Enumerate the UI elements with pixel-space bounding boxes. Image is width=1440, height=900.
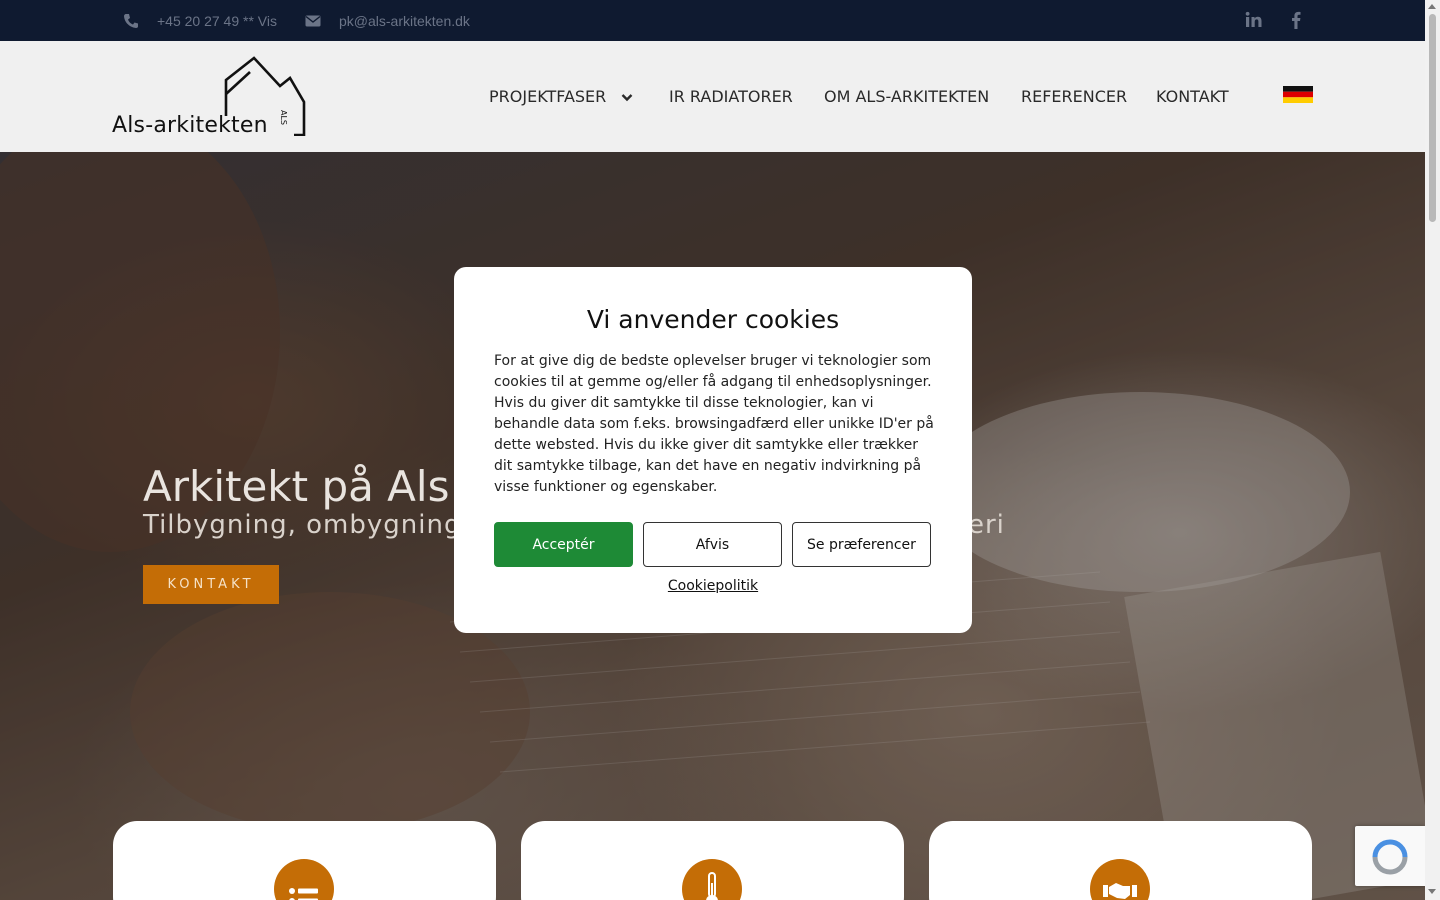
recaptcha-badge[interactable]: [1355, 826, 1425, 886]
cookie-dialog: Vi anvender cookies For at give dig de b…: [454, 267, 972, 633]
deny-button[interactable]: Afvis: [643, 522, 782, 567]
scrollbar-thumb[interactable]: [1429, 14, 1436, 222]
scroll-up-arrow[interactable]: [1428, 4, 1436, 9]
cookie-overlay: Vi anvender cookies For at give dig de b…: [0, 0, 1440, 900]
cookie-body: For at give dig de bedste oplevelser bru…: [494, 353, 934, 495]
preferences-button[interactable]: Se præferencer: [792, 522, 931, 567]
cookie-title: Vi anvender cookies: [586, 305, 840, 334]
accept-button[interactable]: Acceptér: [494, 522, 633, 567]
scroll-down-arrow[interactable]: [1428, 889, 1436, 894]
scrollbar[interactable]: [1425, 0, 1440, 900]
cookie-policy-link[interactable]: Cookiepolitik: [454, 578, 972, 594]
recaptcha-icon: [1372, 839, 1408, 875]
